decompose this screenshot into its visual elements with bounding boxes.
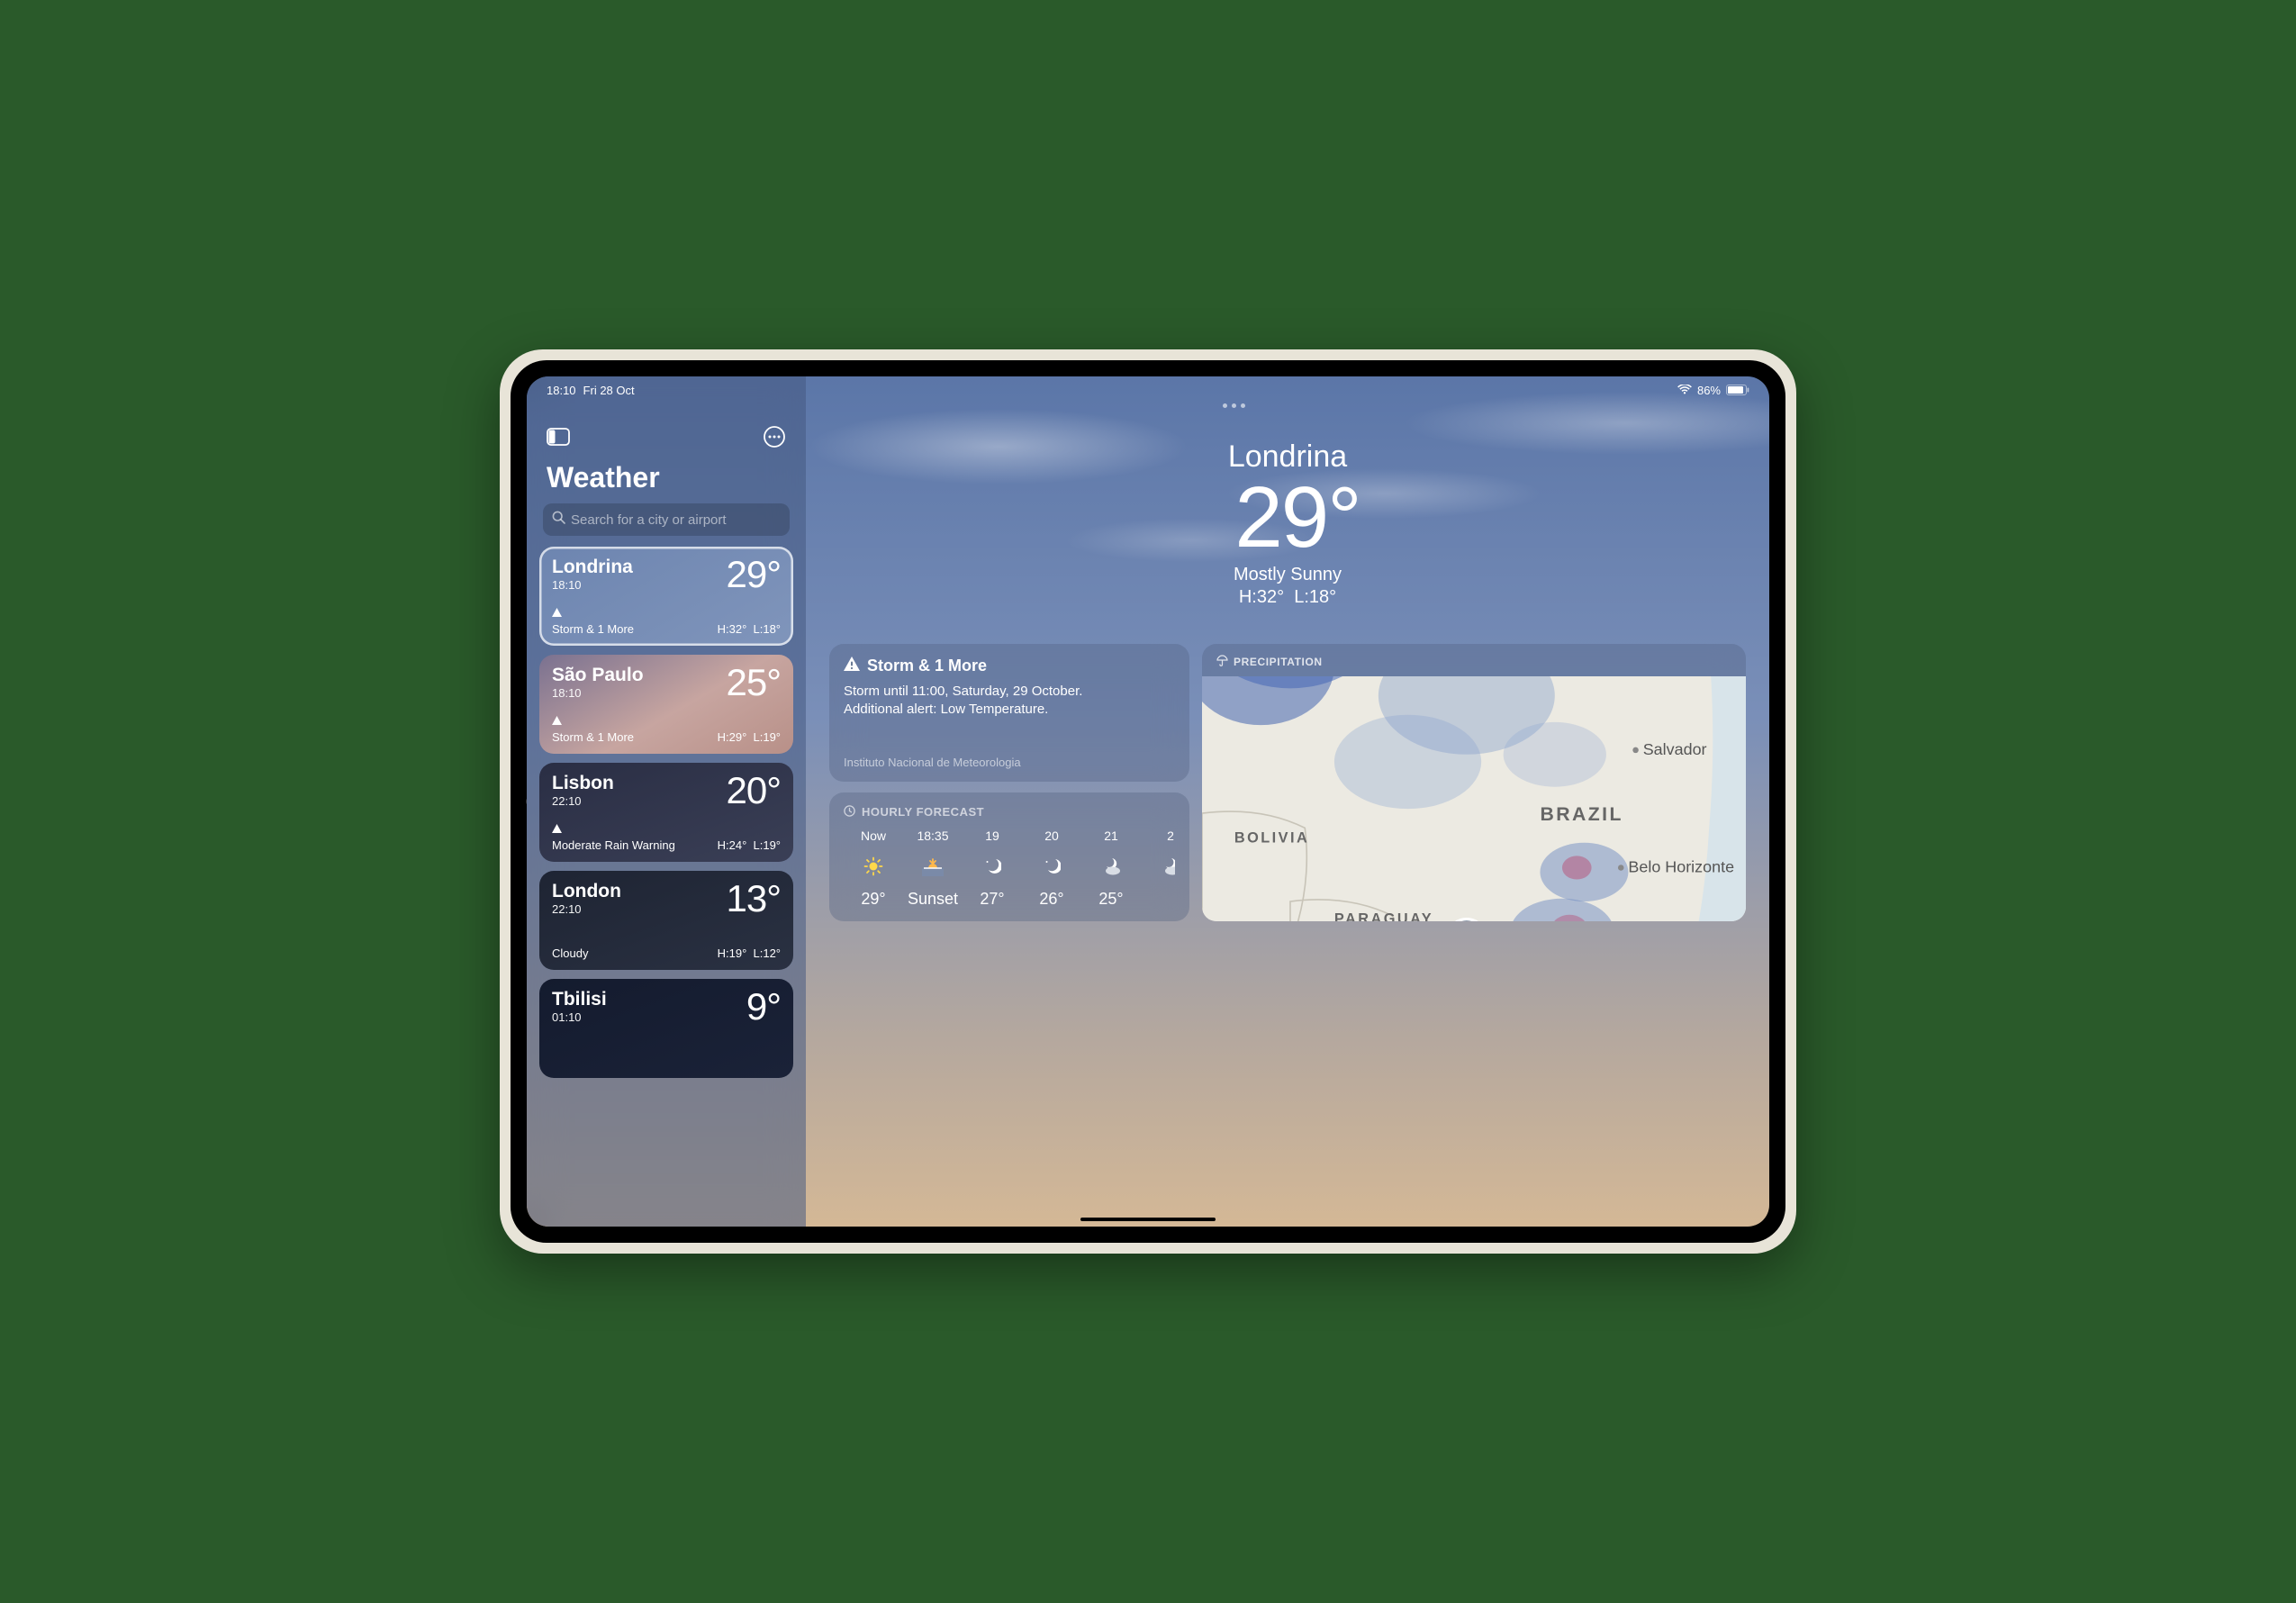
search-field[interactable] (543, 503, 790, 536)
hour-item: 19 27° (963, 829, 1022, 909)
hourly-panel[interactable]: HOURLY FORECAST Now 29° 18:35 Sunset 19 27° 20… (829, 792, 1189, 921)
city-name: Lisbon (552, 774, 614, 792)
hourly-header: HOURLY FORECAST (862, 805, 984, 819)
bezel: 18:10 Fri 28 Oct 86% Weather Londrina 18:… (511, 360, 1785, 1243)
city-name: Londrina (552, 557, 633, 576)
sun-icon (863, 856, 883, 877)
status-time: 18:10 (547, 384, 576, 397)
moon-icon (1043, 856, 1061, 877)
more-menu-icon[interactable] (763, 425, 786, 448)
hour-temp: 29° (861, 890, 885, 909)
city-temp: 29° (726, 557, 781, 592)
precip-header: PRECIPITATION (1234, 656, 1323, 668)
hourly-row[interactable]: Now 29° 18:35 Sunset 19 27° 20 26° 21 25° 2 (844, 829, 1175, 909)
alert-panel[interactable]: Storm & 1 More Storm until 11:00, Saturd… (829, 644, 1189, 782)
multitask-dots[interactable] (1223, 403, 1245, 408)
hour-time: 20 (1044, 829, 1059, 843)
hour-item: 21 25° (1081, 829, 1141, 909)
city-time: 22:10 (552, 794, 614, 808)
city-card-london[interactable]: London22:10 13° Cloudy H:19° L:12° (539, 871, 793, 970)
warning-icon (844, 657, 860, 675)
hour-temp: 26° (1039, 890, 1063, 909)
hero-temp: 29° (849, 475, 1746, 561)
city-time: 22:10 (552, 902, 621, 916)
mooncloud-icon (1100, 856, 1122, 877)
main-content: Londrina 29° Mostly Sunny H:32° L:18° St… (806, 376, 1769, 1227)
city-hilo: H:24° L:19° (718, 838, 781, 852)
precipitation-panel[interactable]: PRECIPITATION (1202, 644, 1746, 921)
city-name: Tbilisi (552, 990, 607, 1009)
city-temp: 13° (726, 882, 781, 916)
hour-temp: 27° (980, 890, 1004, 909)
map-label: PARAGUAY (1334, 911, 1433, 921)
hour-item: 2 (1141, 829, 1175, 909)
screen: 18:10 Fri 28 Oct 86% Weather Londrina 18:… (527, 376, 1769, 1227)
alert-source: Instituto Nacional de Meteorologia (844, 756, 1175, 769)
ipad-frame: 18:10 Fri 28 Oct 86% Weather Londrina 18:… (500, 349, 1796, 1254)
warning-icon (552, 824, 675, 836)
city-hilo: H:32° L:18° (718, 622, 781, 636)
city-card-londrina[interactable]: Londrina 18:10 29° Storm & 1 More H:32° L:18… (539, 547, 793, 646)
hour-time: 18:35 (917, 829, 948, 843)
sidebar-toggle-icon[interactable] (547, 428, 570, 446)
battery-percent: 86% (1697, 384, 1721, 397)
city-list: Londrina 18:10 29° Storm & 1 More H:32° L:18… (539, 547, 793, 1078)
sidebar: Weather Londrina 18:10 29° Storm & 1 More H:… (527, 376, 806, 1227)
alert-body: Storm until 11:00, Saturday, 29 October.… (844, 683, 1175, 720)
umbrella-icon (1216, 655, 1228, 669)
map-label: BRAZIL (1540, 804, 1623, 825)
map-label: Salvador (1643, 740, 1707, 758)
precip-map[interactable]: ManausSão LuísFortalezaSalvadorBRAZILBOL… (1202, 676, 1746, 921)
sidebar-title: Weather (539, 448, 793, 503)
city-name: São Paulo (552, 666, 644, 684)
hour-time: 21 (1104, 829, 1118, 843)
city-time: 18:10 (552, 578, 633, 592)
city-name: London (552, 882, 621, 901)
map-label: Belo Horizonte (1628, 857, 1734, 875)
warning-icon (552, 608, 634, 620)
city-condition: Cloudy (552, 946, 588, 960)
mooncloud-icon (1160, 856, 1175, 877)
home-indicator[interactable] (1080, 1218, 1216, 1221)
city-temp: 9° (746, 990, 781, 1024)
hero-hilo: H:32° L:18° (829, 587, 1746, 608)
alert-title-text: Storm & 1 More (867, 657, 987, 675)
city-time: 18:10 (552, 686, 644, 700)
city-card-tbilisi[interactable]: Tbilisi01:10 9° (539, 979, 793, 1078)
hour-item: 20 26° (1022, 829, 1081, 909)
hour-time: 2 (1167, 829, 1174, 843)
hero-condition: Mostly Sunny (829, 565, 1746, 585)
battery-icon (1726, 385, 1749, 395)
hour-temp: Sunset (908, 890, 958, 909)
city-condition: Storm & 1 More (552, 716, 634, 744)
sunset-icon (922, 856, 944, 877)
hour-item: Now 29° (844, 829, 903, 909)
search-icon (552, 511, 565, 529)
status-date: Fri 28 Oct (583, 384, 635, 397)
hour-temp: 25° (1098, 890, 1123, 909)
map-label: BOLIVIA (1234, 830, 1309, 847)
city-condition: Storm & 1 More (552, 608, 634, 636)
moon-icon (983, 856, 1001, 877)
city-hilo: H:29° L:19° (718, 730, 781, 744)
city-card-sopaulo[interactable]: São Paulo 18:10 25° Storm & 1 More H:29° L:1… (539, 655, 793, 754)
hour-item: 18:35 Sunset (903, 829, 963, 909)
city-time: 01:10 (552, 1010, 607, 1024)
hour-time: Now (861, 829, 886, 843)
city-hilo: H:19° L:12° (718, 946, 781, 960)
city-temp: 20° (726, 774, 781, 808)
warning-icon (552, 716, 634, 728)
clock-icon (844, 805, 855, 820)
city-card-lisbon[interactable]: Lisbon 22:10 20° Moderate Rain Warning H:24°… (539, 763, 793, 862)
wifi-icon (1677, 385, 1692, 395)
city-condition: Moderate Rain Warning (552, 824, 675, 852)
search-input[interactable] (571, 512, 781, 528)
city-hilo (774, 1055, 781, 1068)
hour-time: 19 (985, 829, 999, 843)
status-bar: 18:10 Fri 28 Oct 86% (527, 376, 1769, 400)
city-temp: 25° (726, 666, 781, 700)
hero: Londrina 29° Mostly Sunny H:32° L:18° (829, 439, 1746, 608)
